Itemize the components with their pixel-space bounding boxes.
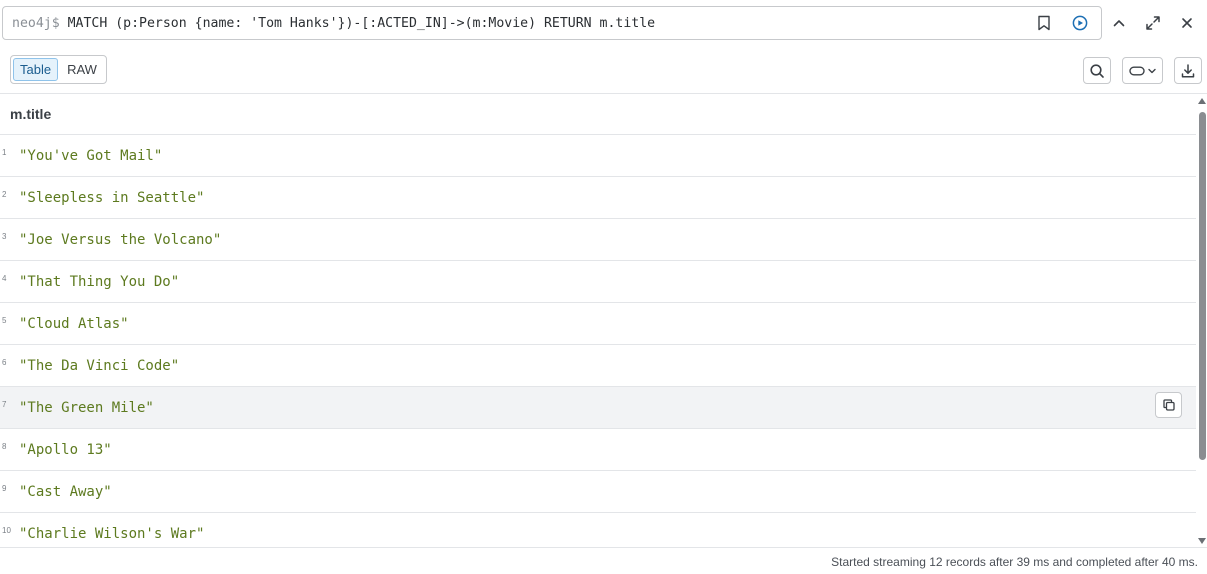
cell-value[interactable]: "You've Got Mail" — [19, 148, 162, 164]
table-row[interactable]: 10 "Charlie Wilson's War" — [0, 513, 1196, 547]
table-row[interactable]: 4 "That Thing You Do" — [0, 261, 1196, 303]
query-actions — [1029, 9, 1101, 37]
table-row[interactable]: 9 "Cast Away" — [0, 471, 1196, 513]
table-rows: 1 "You've Got Mail" 2 "Sleepless in Seattle… — [0, 135, 1196, 547]
chevron-down-icon — [1148, 68, 1156, 73]
cell-value[interactable]: "The Da Vinci Code" — [19, 358, 179, 374]
copy-icon — [1162, 399, 1175, 411]
frame-controls — [1103, 8, 1203, 38]
result-toolbar — [1083, 57, 1202, 84]
table-row[interactable]: 2 "Sleepless in Seattle" — [0, 177, 1196, 219]
copy-button[interactable] — [1155, 392, 1182, 418]
table-row[interactable]: 7 "The Green Mile" — [0, 387, 1196, 429]
close-frame-button[interactable] — [1171, 8, 1203, 38]
query-prompt: neo4j$ — [12, 15, 60, 31]
cell-value[interactable]: "That Thing You Do" — [19, 274, 179, 290]
cell-value[interactable]: "Cloud Atlas" — [19, 316, 129, 332]
cell-value[interactable]: "Apollo 13" — [19, 442, 112, 458]
row-number: 8 — [2, 442, 7, 451]
table-row[interactable]: 6 "The Da Vinci Code" — [0, 345, 1196, 387]
download-icon — [1181, 63, 1195, 78]
divider — [0, 547, 1207, 548]
table-row[interactable]: 1 "You've Got Mail" — [0, 135, 1196, 177]
table-row[interactable]: 8 "Apollo 13" — [0, 429, 1196, 471]
scroll-thumb[interactable] — [1199, 112, 1206, 460]
display-options-dropdown[interactable] — [1122, 57, 1163, 84]
bookmark-button[interactable] — [1029, 9, 1059, 37]
row-number: 5 — [2, 316, 7, 325]
row-number: 1 — [2, 148, 7, 157]
run-query-button[interactable] — [1065, 9, 1095, 37]
bookmark-icon — [1038, 15, 1050, 31]
cell-value[interactable]: "The Green Mile" — [19, 400, 154, 416]
cell-value[interactable]: "Sleepless in Seattle" — [19, 190, 204, 206]
close-icon — [1182, 18, 1192, 28]
table-row[interactable]: 5 "Cloud Atlas" — [0, 303, 1196, 345]
row-number: 9 — [2, 484, 7, 493]
query-editor[interactable]: neo4j$ MATCH (p:Person {name: 'Tom Hanks… — [2, 6, 1102, 40]
row-number: 2 — [2, 190, 7, 199]
row-number: 4 — [2, 274, 7, 283]
row-number: 6 — [2, 358, 7, 367]
row-number: 7 — [2, 400, 7, 409]
table-row[interactable]: 3 "Joe Versus the Volcano" — [0, 219, 1196, 261]
run-icon — [1072, 15, 1088, 31]
table-view-button[interactable]: Table — [13, 58, 59, 81]
query-text-line[interactable]: neo4j$ MATCH (p:Person {name: 'Tom Hanks… — [3, 16, 655, 31]
column-header: m.title — [0, 94, 1196, 135]
view-toggle: Table RAW — [10, 55, 107, 84]
results-table: m.title 1 "You've Got Mail" 2 "Sleepless in… — [0, 94, 1196, 547]
raw-view-button[interactable]: RAW — [60, 58, 104, 81]
expand-icon — [1146, 16, 1160, 30]
query-text[interactable]: MATCH (p:Person {name: 'Tom Hanks'})-[:A… — [68, 16, 656, 31]
search-icon — [1090, 63, 1104, 78]
fullscreen-button[interactable] — [1137, 8, 1169, 38]
scroll-up-arrow[interactable] — [1198, 98, 1206, 104]
cell-value[interactable]: "Joe Versus the Volcano" — [19, 232, 221, 248]
chevron-up-icon — [1113, 20, 1125, 27]
collapse-button[interactable] — [1103, 8, 1135, 38]
status-message: Started streaming 12 records after 39 ms… — [831, 555, 1198, 569]
cell-value[interactable]: "Charlie Wilson's War" — [19, 526, 204, 542]
row-number: 3 — [2, 232, 7, 241]
scroll-down-arrow[interactable] — [1198, 538, 1206, 544]
download-button[interactable] — [1174, 57, 1202, 84]
scrollbar[interactable] — [1197, 96, 1207, 546]
cell-value[interactable]: "Cast Away" — [19, 484, 112, 500]
toggle-icon — [1129, 66, 1145, 75]
row-number: 10 — [2, 526, 11, 535]
search-button[interactable] — [1083, 57, 1111, 84]
